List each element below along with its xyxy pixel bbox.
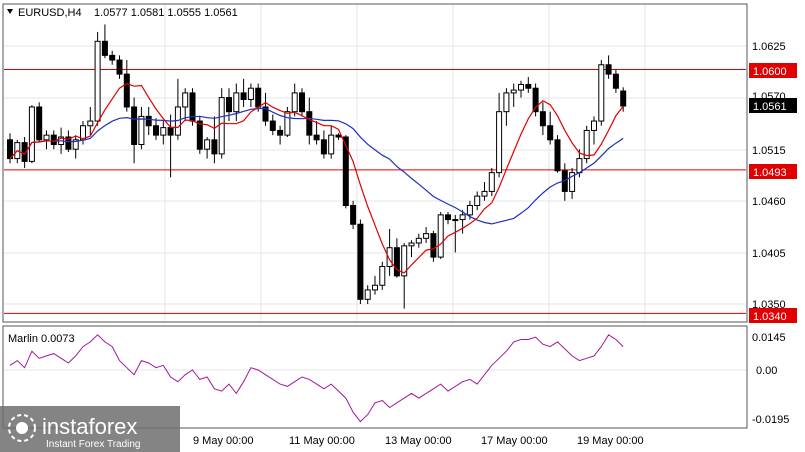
svg-text:1.0493: 1.0493 [753,167,787,179]
svg-text:1.0340: 1.0340 [753,311,787,323]
candle-body [605,64,612,75]
level-tag-1.0493: 1.0493 [749,164,797,179]
candle-body [437,214,444,258]
candle-body [269,120,276,131]
candle-body [36,106,43,141]
symbol-label: EURUSD,H4 [18,7,82,19]
candle-body [459,214,466,221]
candle-body [131,106,138,146]
candle-body [612,73,619,89]
candle-body [247,87,254,100]
price-panel[interactable] [2,3,748,323]
candle-body [445,214,451,221]
candle-body [50,134,57,146]
candle-body [306,111,313,136]
level-tag-current-price: 1.0561 [749,98,797,113]
candle-body [452,219,459,222]
candle-body [379,265,386,286]
time-label: 19 May 00:00 [577,435,644,447]
candle-body [591,120,597,131]
candle-body [466,204,473,216]
svg-text:1.0600: 1.0600 [753,66,787,78]
candle-body [167,127,174,136]
price-tick: 1.0515 [752,145,786,157]
candle-body [328,134,335,155]
candle-body [43,134,50,141]
svg-text:1.0561: 1.0561 [753,101,787,113]
candle-body [226,97,232,113]
indicator-tick: 0.0145 [752,332,786,344]
indicator-axis: 0.0145 0.00 -0.0195 [752,332,789,426]
price-tick: 1.0625 [752,41,786,53]
ohlc-values: 1.0577 1.0581 1.0555 1.0561 [94,7,238,19]
candle-body [430,233,437,258]
price-tick: 1.0405 [752,248,786,260]
candle-body [291,92,298,113]
candle-body [320,139,327,155]
chart-canvas: EURUSD,H4 1.0577 1.0581 1.0555 1.0561 Ma… [0,3,797,452]
candle-body [350,204,357,225]
indicator-tick: 0.00 [756,365,777,377]
instaforex-watermark: instaforex Instant Forex Trading [0,406,180,452]
candle-body [510,89,517,94]
candle-body [525,83,532,89]
candle-body [123,73,130,108]
candle-body [277,129,284,136]
time-label: 9 May 00:00 [193,435,254,447]
candle-body [539,111,546,127]
candle-body [182,92,189,108]
indicator-name-label: Marlin 0.0073 [8,333,75,345]
candle-body [364,289,371,300]
candle-body [408,242,415,247]
level-tag-1.0340: 1.0340 [749,308,797,323]
candle-body [7,139,13,160]
candle-body [240,92,247,100]
candle-body [488,172,495,192]
candle-body [598,64,605,122]
candle-body [335,134,342,138]
candle-body [233,92,240,113]
candle-body [255,87,262,108]
candle-body [547,125,554,141]
candle-body [153,125,159,136]
candle-body [299,92,305,113]
candle-body [218,97,225,155]
price-tick: 1.0460 [752,196,786,208]
candle-body [503,92,510,113]
candle-body [87,120,94,127]
candle-body [554,139,561,172]
candle-body [415,237,422,244]
candle-body [284,111,291,136]
candle-body [518,83,524,91]
candle-body [101,40,108,56]
candle-body [576,158,583,174]
candle-body [474,195,481,206]
candle-body [94,40,101,122]
time-label: 13 May 00:00 [385,435,452,447]
candle-body [145,115,152,127]
candle-body [357,223,364,300]
candle-body [342,136,349,206]
candle-body [196,120,203,150]
candle-body [423,233,430,239]
time-label: 11 May 00:00 [289,435,355,447]
candle-body [116,59,123,75]
candle-body [138,115,145,146]
candle-body [204,139,211,150]
indicator-tick: -0.0195 [752,414,789,426]
candle-body [393,247,400,277]
time-label: 17 May 00:00 [481,435,548,447]
candle-body [160,127,167,136]
candle-body [28,106,35,162]
candle-body [313,134,320,141]
candle-body [372,284,378,291]
level-tag-1.0600: 1.0600 [749,63,797,78]
candle-body [620,90,627,107]
candle-body [211,139,218,155]
candle-body [109,54,116,61]
brand-text: instaforex [42,414,137,439]
candle-body [496,111,503,174]
candle-body [481,190,488,197]
brand-tagline: Instant Forex Trading [46,439,141,450]
